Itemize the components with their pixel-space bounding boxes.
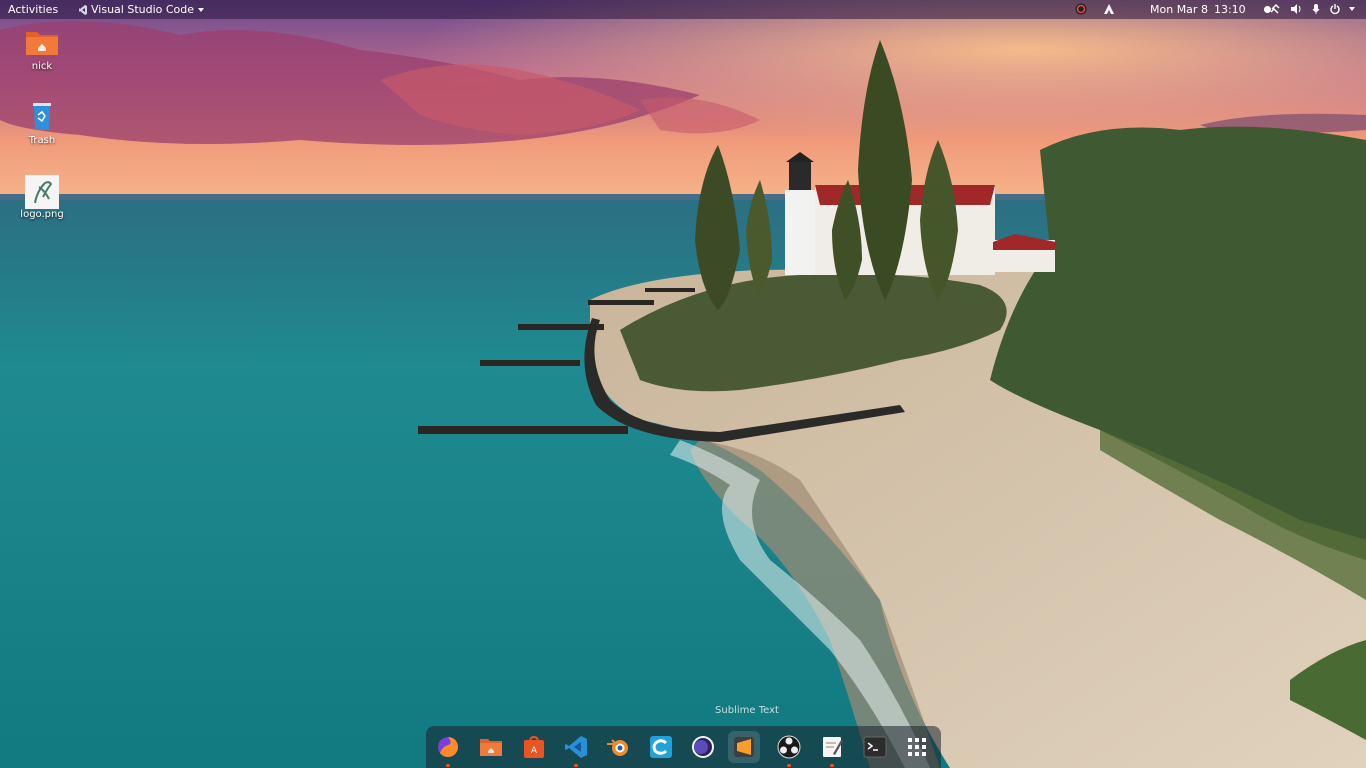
dock-item-text-editor[interactable] — [816, 731, 848, 767]
desktop-icon-trash[interactable]: Trash — [12, 101, 72, 146]
running-indicator — [574, 764, 578, 767]
files-icon — [480, 739, 502, 756]
activities-button[interactable]: Activities — [8, 3, 58, 16]
chevron-down-icon — [198, 7, 205, 12]
running-indicator — [787, 764, 791, 767]
vscode-icon — [565, 736, 587, 758]
svg-text:A: A — [531, 746, 538, 756]
software-store-icon: A — [524, 735, 544, 758]
dock-item-terminal[interactable] — [859, 731, 891, 763]
dock-item-eclipse[interactable] — [687, 731, 719, 763]
dock-item-sublime-text[interactable] — [728, 731, 760, 763]
dock-item-show-applications[interactable] — [901, 731, 933, 763]
dock-tooltip: Sublime Text — [715, 705, 779, 716]
firefox-icon — [438, 737, 458, 757]
volume-icon[interactable] — [1289, 2, 1303, 16]
power-icon[interactable] — [1328, 2, 1342, 16]
obs-icon — [777, 735, 801, 759]
image-file-icon — [25, 175, 59, 209]
desktop-icon-label: nick — [31, 61, 53, 72]
desktop-icon-home[interactable]: nick — [12, 27, 72, 72]
clion-icon — [650, 736, 672, 758]
sublime-text-icon — [734, 737, 754, 757]
top-bar: Activities Visual Studio Code Mon Mar 8 … — [0, 0, 1366, 19]
text-editor-icon — [823, 737, 843, 757]
desktop-icon-logo[interactable]: logo.png — [12, 175, 72, 220]
home-folder-icon — [25, 27, 59, 59]
dock: A — [426, 726, 941, 768]
system-menu-chevron-icon[interactable] — [1345, 2, 1359, 16]
running-indicator — [830, 764, 834, 767]
dock-item-firefox[interactable] — [432, 731, 464, 767]
terminal-icon — [863, 736, 887, 758]
eclipse-icon — [692, 736, 714, 758]
obs-tray-icon[interactable] — [1074, 2, 1088, 16]
blender-icon — [607, 739, 628, 756]
dock-item-files[interactable] — [475, 731, 507, 763]
dock-item-blender[interactable] — [602, 731, 634, 763]
date-label: Mon Mar 8 — [1150, 3, 1208, 16]
update-tray-icon[interactable] — [1102, 2, 1116, 16]
trash-icon — [25, 101, 59, 133]
dock-item-clion[interactable] — [645, 731, 677, 763]
app-menu-label: Visual Studio Code — [91, 3, 195, 16]
date-time-menu[interactable]: Mon Mar 8 13:10 — [1150, 3, 1271, 16]
desktop-icon-label: logo.png — [20, 209, 64, 220]
time-label: 13:10 — [1213, 3, 1246, 16]
desktop-icon-label: Trash — [28, 135, 56, 146]
vscode-small-icon — [79, 4, 87, 15]
running-indicator — [446, 764, 450, 767]
desktop-wallpaper — [0, 0, 1366, 768]
microphone-icon[interactable] — [1309, 2, 1323, 16]
dock-item-software[interactable]: A — [518, 731, 550, 763]
dock-item-obs[interactable] — [773, 731, 805, 767]
show-applications-icon — [908, 738, 926, 756]
network-icon[interactable] — [1268, 2, 1282, 16]
app-menu[interactable]: Visual Studio Code — [79, 3, 205, 16]
dock-item-vscode[interactable] — [560, 731, 592, 767]
